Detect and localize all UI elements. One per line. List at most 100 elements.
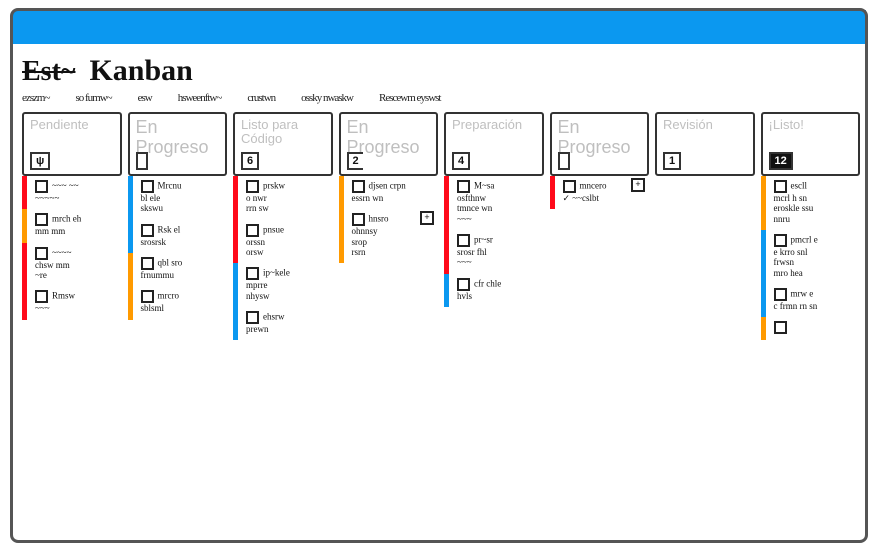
column-segment: ~~~~chsw mm~reRmsw~~~ <box>22 243 122 320</box>
column-count: 6 <box>241 152 259 170</box>
page-title: Kanban <box>89 54 192 88</box>
kanban-card[interactable]: ip~kelemprrenhysw <box>240 263 333 307</box>
column-count <box>558 152 570 170</box>
card-checkbox-icon <box>774 234 787 247</box>
nav-item-3[interactable]: hsweenftw~ <box>178 92 222 104</box>
card-checkbox-icon <box>141 290 154 303</box>
column-segment: cfr chlehvls <box>444 274 544 307</box>
column-segment: prskwo nwrrrn swpnsueorssnorsw <box>233 176 333 263</box>
kanban-card[interactable]: ~~~ ~~~~~~~ <box>29 176 122 209</box>
column-header[interactable]: En Progreso2 <box>339 112 439 176</box>
card-checkbox-icon <box>246 224 259 237</box>
kanban-card[interactable]: cfr chlehvls <box>451 274 544 307</box>
card-checkbox-icon <box>141 180 154 193</box>
kanban-card[interactable]: mrw ec frmn rn sn <box>768 284 861 317</box>
kanban-card[interactable]: Mrcnubl eleskswu <box>135 176 228 220</box>
nav-bar: ezszm~ so fumw~ esw hsweenftw~ crustwn ossky … <box>22 92 860 104</box>
column-6: Revisión1 <box>655 112 755 176</box>
column-title: ¡Listo! <box>769 118 853 132</box>
column-5: En Progreso +mncero✓ ~~cslbt <box>550 112 650 209</box>
column-header[interactable]: Revisión1 <box>655 112 755 176</box>
card-checkbox-icon <box>563 180 576 193</box>
card-checkbox-icon <box>774 180 787 193</box>
column-3: En Progreso2djsen crpnessrn wn+hnsroohnn… <box>339 112 439 263</box>
column-segment: pmcrl ee krro snlfrwsnmro heamrw ec frmn… <box>761 230 861 317</box>
kanban-card[interactable]: djsen crpnessrn wn <box>346 176 439 209</box>
column-title: Revisión <box>663 118 747 132</box>
column-header[interactable]: Listo para Código 6 <box>233 112 333 176</box>
plus-icon[interactable]: + <box>420 211 434 225</box>
column-header[interactable]: En Progreso <box>128 112 228 176</box>
logo-scribble: Est~ <box>22 56 75 88</box>
window-top-bar <box>12 10 866 44</box>
column-title: Pendiente <box>30 118 114 132</box>
nav-item-2[interactable]: esw <box>138 92 152 104</box>
card-checkbox-icon <box>246 311 259 324</box>
card-checkbox-icon <box>774 288 787 301</box>
card-checkbox-icon <box>352 213 365 226</box>
kanban-card[interactable]: M~saosfthnwtmnce wn~~~ <box>451 176 544 230</box>
title-row: Est~ Kanban <box>22 54 860 88</box>
column-count: ψ <box>30 152 50 170</box>
card-checkbox-icon <box>35 180 48 193</box>
nav-item-4[interactable]: crustwn <box>247 92 275 104</box>
column-title: En Progreso <box>136 118 220 158</box>
column-segment: M~saosfthnwtmnce wn~~~pr~srsrosr fhl~~~ <box>444 176 544 274</box>
kanban-card[interactable]: pmcrl ee krro snlfrwsnmro hea <box>768 230 861 284</box>
column-title: Listo para Código <box>241 118 325 147</box>
column-header[interactable]: Preparación 4 <box>444 112 544 176</box>
kanban-card[interactable]: Rsk elsrosrsk <box>135 220 228 253</box>
kanban-board: Pendiente ψ ~~~ ~~~~~~~mrch ehmm mm~~~~chs… <box>22 112 860 340</box>
column-4: Preparación 4 M~saosfthnwtmnce wn~~~pr~srs… <box>444 112 544 307</box>
column-7: ¡Listo! 12 escllmcrl h sneroskle ssunnrupm… <box>761 112 861 340</box>
kanban-card[interactable]: +mncero✓ ~~cslbt <box>557 176 650 209</box>
nav-item-6[interactable]: Rescewm eyswst <box>379 92 440 104</box>
kanban-card[interactable]: pnsueorssnorsw <box>240 220 333 264</box>
column-segment: mrch ehmm mm <box>22 209 122 242</box>
kanban-card[interactable]: mrcrosblsml <box>135 286 228 319</box>
kanban-card[interactable]: qbl srofrnummu <box>135 253 228 286</box>
nav-item-0[interactable]: ezszm~ <box>22 92 49 104</box>
column-header[interactable]: En Progreso <box>550 112 650 176</box>
card-checkbox-icon <box>457 234 470 247</box>
card-checkbox-icon <box>352 180 365 193</box>
card-checkbox-icon <box>141 224 154 237</box>
card-checkbox-icon <box>246 180 259 193</box>
column-segment <box>761 317 861 340</box>
card-checkbox-icon <box>35 290 48 303</box>
card-checkbox-icon <box>35 213 48 226</box>
column-segment: Mrcnubl eleskswuRsk elsrosrsk <box>128 176 228 253</box>
kanban-card[interactable]: Rmsw~~~ <box>29 286 122 319</box>
card-checkbox-icon <box>774 321 787 334</box>
column-count: 4 <box>452 152 470 170</box>
column-segment: djsen crpnessrn wn+hnsroohnnsysroprsrn <box>339 176 439 263</box>
kanban-card[interactable]: +hnsroohnnsysroprsrn <box>346 209 439 263</box>
kanban-card[interactable]: escllmcrl h sneroskle ssunnru <box>768 176 861 230</box>
card-checkbox-icon <box>35 247 48 260</box>
nav-item-1[interactable]: so fumw~ <box>75 92 111 104</box>
card-checkbox-icon <box>246 267 259 280</box>
kanban-card[interactable] <box>768 317 861 340</box>
column-header[interactable]: ¡Listo! 12 <box>761 112 861 176</box>
column-count: 2 <box>347 152 363 170</box>
column-header[interactable]: Pendiente ψ <box>22 112 122 176</box>
nav-item-5[interactable]: ossky nwaskw <box>301 92 353 104</box>
column-segment: ~~~ ~~~~~~~ <box>22 176 122 209</box>
kanban-card[interactable]: mrch ehmm mm <box>29 209 122 242</box>
column-segment: ip~kelemprrenhyswehsrwprewn <box>233 263 333 340</box>
card-checkbox-icon <box>457 180 470 193</box>
kanban-card[interactable]: prskwo nwrrrn sw <box>240 176 333 220</box>
plus-icon[interactable]: + <box>631 178 645 192</box>
column-count <box>136 152 148 170</box>
kanban-card[interactable]: ~~~~chsw mm~re <box>29 243 122 287</box>
kanban-card[interactable]: ehsrwprewn <box>240 307 333 340</box>
card-checkbox-icon <box>457 278 470 291</box>
kanban-card[interactable]: pr~srsrosr fhl~~~ <box>451 230 544 274</box>
column-2: Listo para Código 6 prskwo nwrrrn swpnsueo… <box>233 112 333 340</box>
column-segment: +mncero✓ ~~cslbt <box>550 176 650 209</box>
column-count: 12 <box>769 152 793 170</box>
column-title: En Progreso <box>558 118 642 158</box>
column-segment: escllmcrl h sneroskle ssunnru <box>761 176 861 230</box>
column-segment: qbl srofrnummumrcrosblsml <box>128 253 228 320</box>
column-title: Preparación <box>452 118 536 132</box>
